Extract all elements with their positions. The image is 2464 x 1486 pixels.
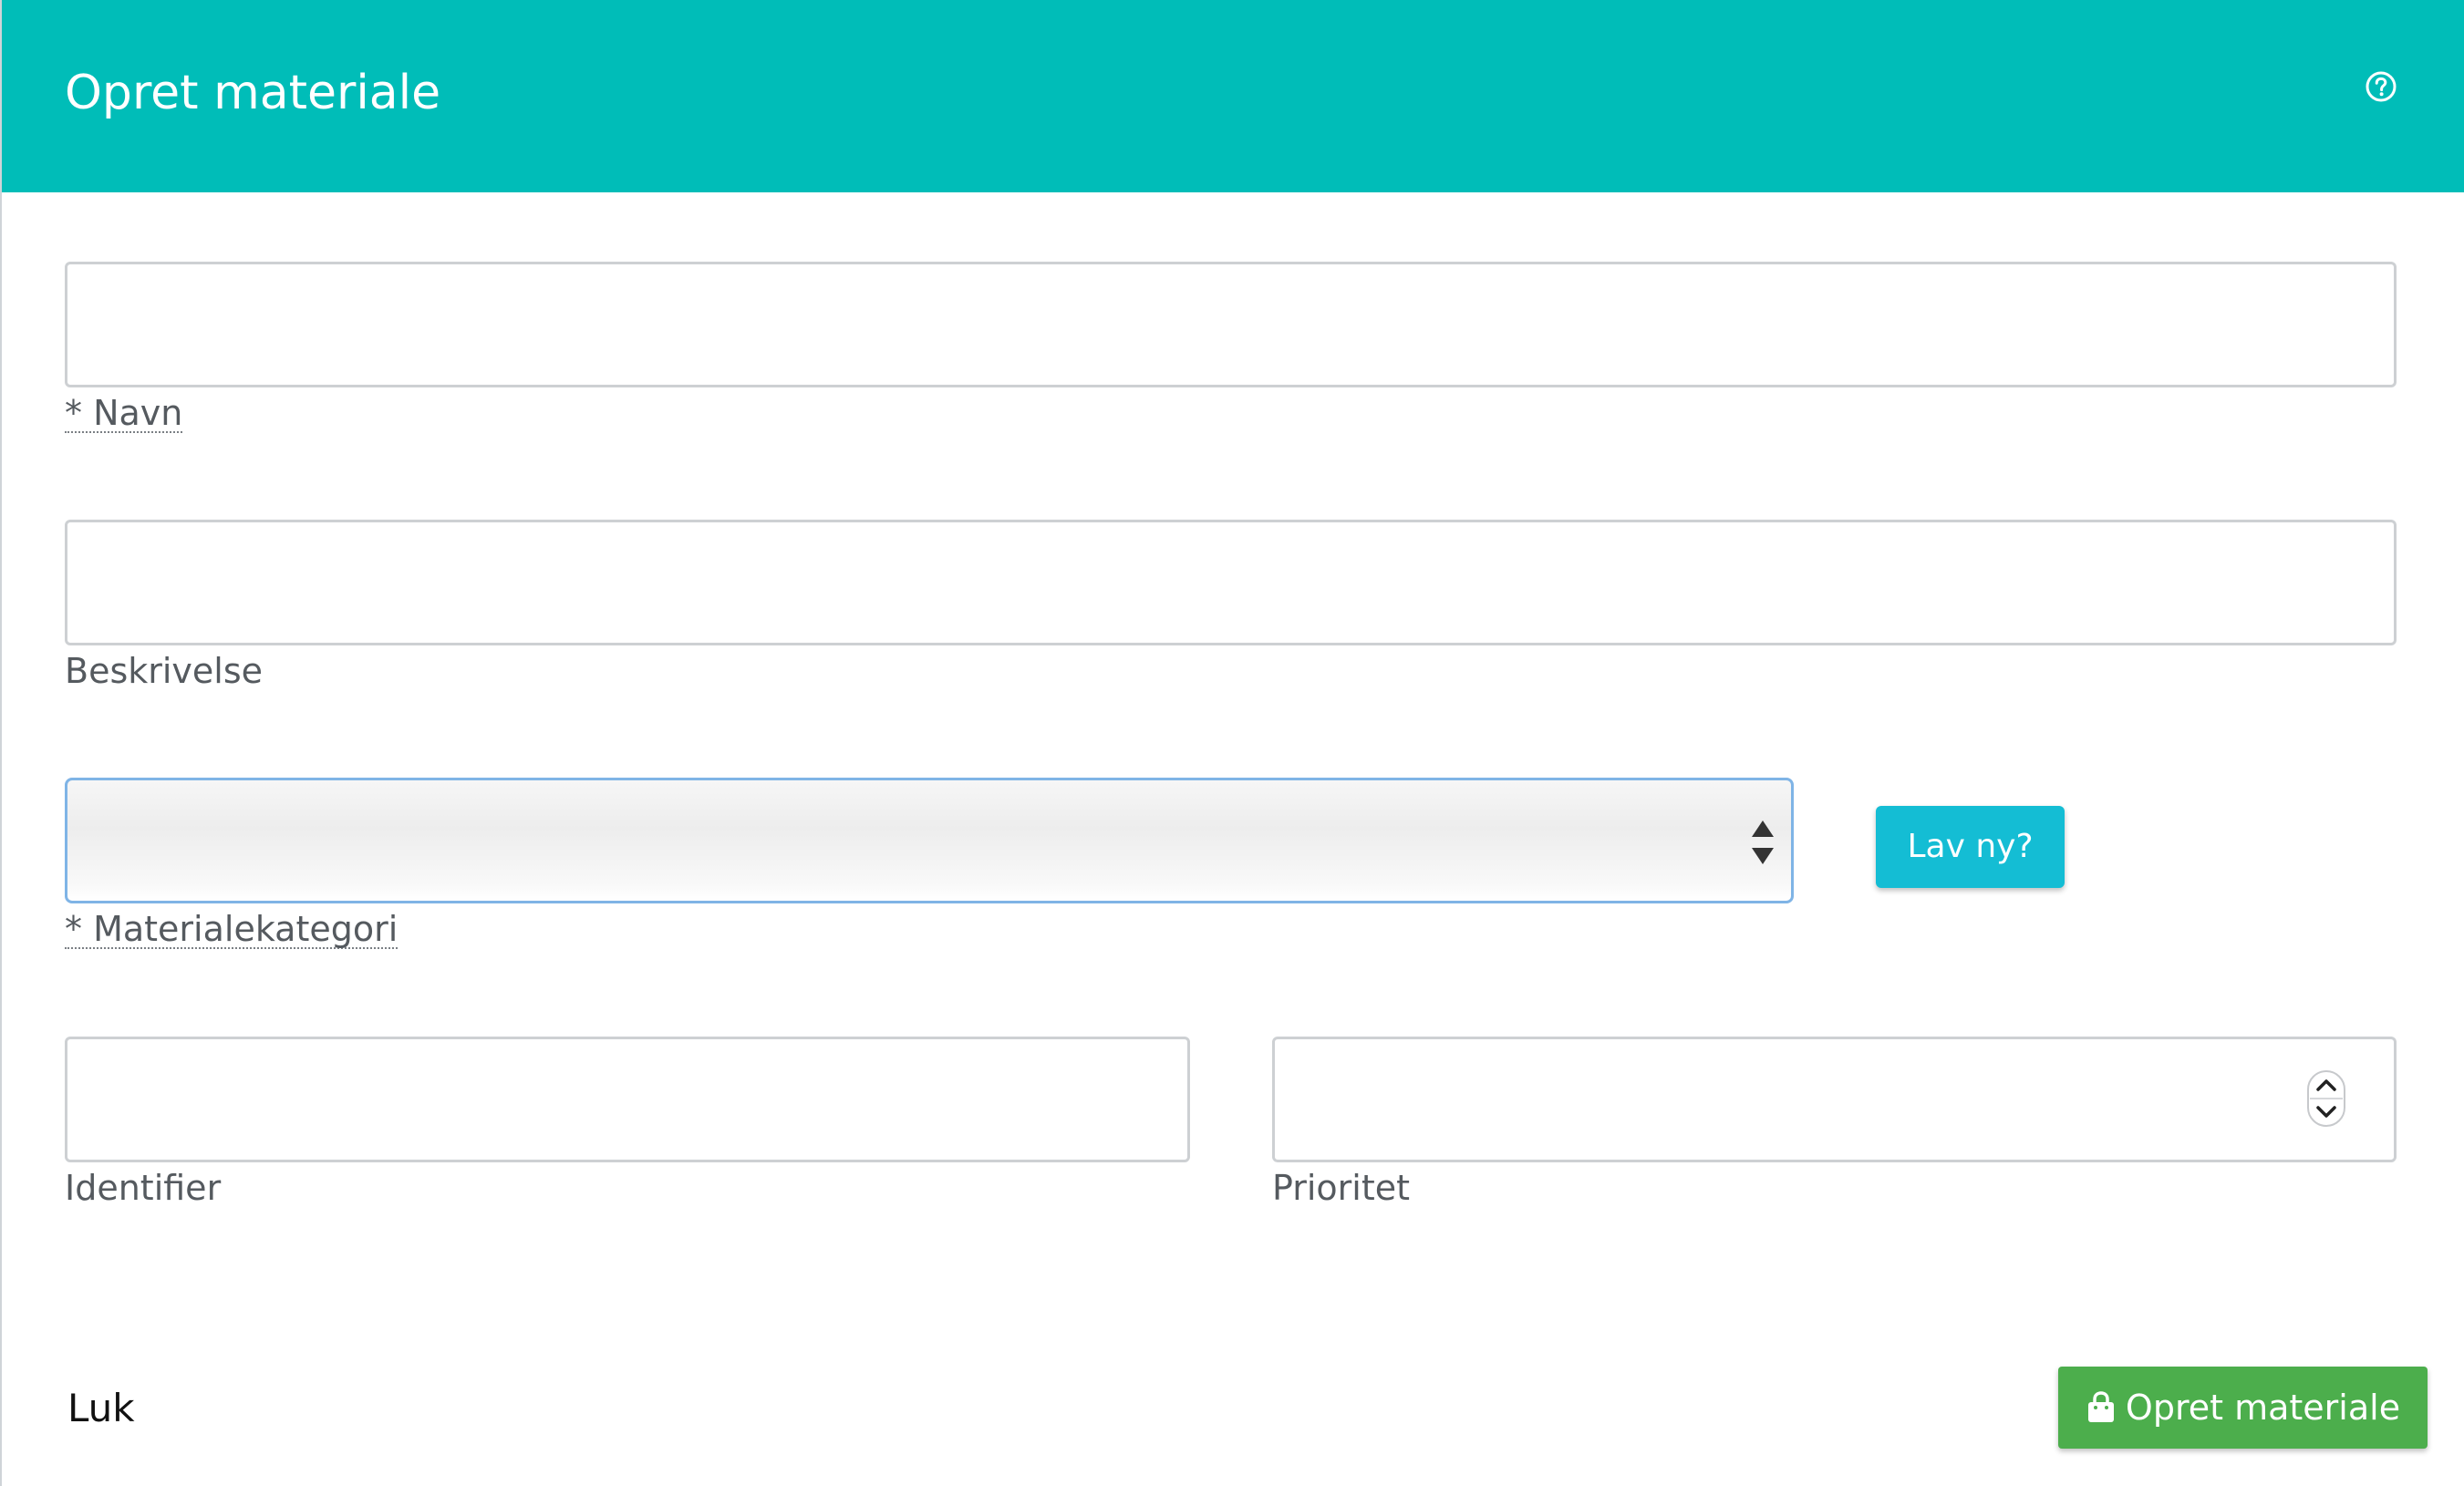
- create-material-button[interactable]: Opret materiale: [2058, 1367, 2428, 1449]
- new-category-button[interactable]: Lav ny?: [1876, 806, 2065, 888]
- category-label: * Materialekategori: [65, 907, 399, 951]
- name-label: * Navn: [65, 391, 183, 435]
- create-material-dialog: Opret materiale * Navn Beskrivelse Lav n…: [0, 0, 2464, 1486]
- identifier-label: Identifier: [65, 1168, 222, 1208]
- priority-label: Prioritet: [1272, 1168, 1411, 1208]
- category-select[interactable]: [65, 778, 1794, 903]
- question-circle-icon[interactable]: [2365, 70, 2397, 103]
- create-material-label: Opret materiale: [2125, 1388, 2401, 1428]
- shopping-bag-icon: [2087, 1391, 2114, 1422]
- dialog-title: Opret materiale: [65, 66, 441, 120]
- close-button[interactable]: Luk: [67, 1381, 135, 1436]
- category-label-text: * Materialekategori: [65, 909, 399, 949]
- description-input[interactable]: [65, 520, 2397, 645]
- name-input[interactable]: [65, 262, 2397, 387]
- number-stepper-icon[interactable]: [2306, 1069, 2346, 1128]
- sort-arrows-icon: [1752, 820, 1774, 864]
- priority-input[interactable]: [1272, 1037, 2397, 1162]
- name-label-text: * Navn: [65, 393, 183, 433]
- dialog-header: Opret materiale: [2, 0, 2464, 192]
- identifier-input[interactable]: [65, 1037, 1190, 1162]
- description-label: Beskrivelse: [65, 651, 264, 691]
